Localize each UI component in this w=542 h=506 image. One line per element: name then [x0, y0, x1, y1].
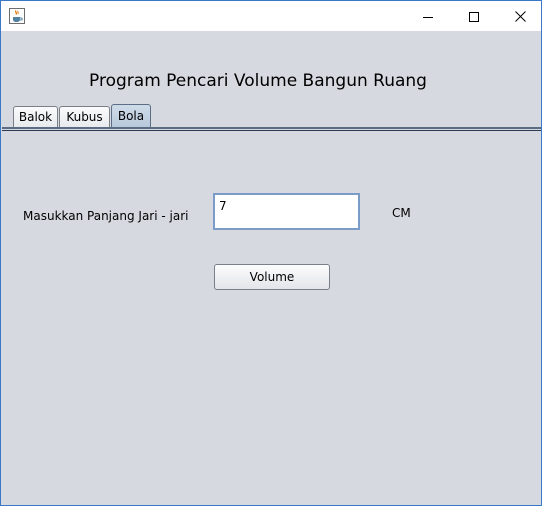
- tab-divider: [2, 127, 541, 129]
- main-panel: Program Pencari Volume Bangun Ruang Balo…: [1, 31, 541, 505]
- radius-label: Masukkan Panjang Jari - jari: [23, 209, 189, 223]
- unit-label: CM: [392, 206, 411, 220]
- minimize-button[interactable]: [405, 1, 451, 31]
- tab-kubus[interactable]: Kubus: [59, 106, 110, 127]
- maximize-icon: [469, 7, 479, 26]
- java-cup-icon: [9, 8, 25, 24]
- app-window: Program Pencari Volume Bangun Ruang Balo…: [0, 0, 542, 506]
- minimize-icon: [423, 7, 433, 26]
- page-title: Program Pencari Volume Bangun Ruang: [89, 71, 427, 91]
- close-button[interactable]: [497, 1, 541, 31]
- tab-divider-shadow: [2, 130, 541, 131]
- tab-balok[interactable]: Balok: [13, 106, 58, 127]
- maximize-button[interactable]: [451, 1, 497, 31]
- radius-input[interactable]: [213, 193, 360, 230]
- close-icon: [514, 7, 526, 26]
- tab-bola[interactable]: Bola: [111, 104, 151, 127]
- title-bar[interactable]: [1, 1, 541, 31]
- volume-button[interactable]: Volume: [214, 264, 330, 290]
